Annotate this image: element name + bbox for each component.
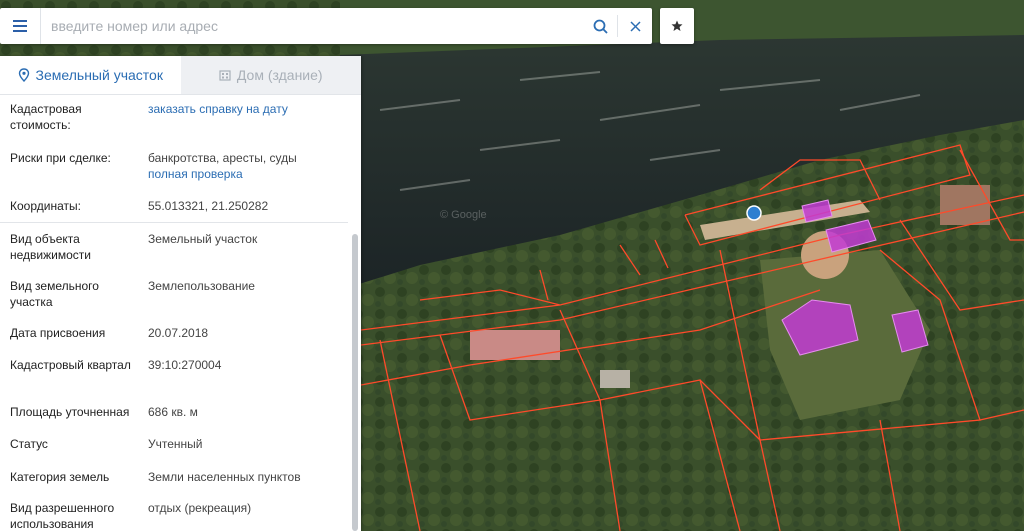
order-certificate-link[interactable]: заказать справку на дату — [148, 101, 343, 117]
row-value: 20.07.2018 — [148, 326, 209, 340]
menu-button[interactable] — [0, 8, 41, 44]
tab-land-parcel-label: Земельный участок — [35, 67, 163, 83]
row-value: отдых (рекреация) — [148, 501, 252, 515]
row-label: Дата присвоения — [10, 326, 106, 340]
row-label: Вид объекта недвижимости — [10, 232, 91, 262]
row-label: Координаты: — [10, 199, 81, 213]
info-panel: Земельный участок Дом (здание) Кадастров… — [0, 56, 361, 531]
row-label: Статус — [10, 437, 48, 451]
house-roof — [470, 330, 560, 360]
panel-scrollbar[interactable] — [352, 234, 358, 531]
row-value: 39:10:270004 — [148, 358, 222, 372]
row-value: Земли населенных пунктов — [148, 470, 301, 484]
clear-button[interactable] — [618, 8, 652, 44]
row-label: Вид земельного участка — [10, 279, 99, 309]
row-label: Кадастровый квартал — [10, 358, 131, 372]
row-value: банкротства, аресты, суды полная проверк… — [148, 150, 343, 182]
search-bar — [0, 8, 652, 44]
search-input[interactable] — [41, 8, 583, 44]
building-icon — [219, 70, 231, 81]
tab-building[interactable]: Дом (здание) — [180, 56, 361, 94]
coordinates-value: 55.013321, 21.250282 — [148, 199, 269, 213]
row-value: Землепользование — [148, 279, 255, 293]
house-roof — [600, 370, 630, 388]
location-pin-icon — [18, 68, 29, 82]
tab-land-parcel[interactable]: Земельный участок — [0, 56, 181, 94]
row-value: Земельный участок — [148, 232, 258, 246]
favorite-button[interactable] — [660, 8, 694, 44]
row-label: Риски при сделке: — [10, 151, 111, 165]
search-icon — [593, 19, 608, 34]
row-value: 686 кв. м — [148, 405, 198, 419]
row-label: Кадастровая стоимость: — [10, 102, 82, 132]
row-value: Учтенный — [148, 437, 203, 451]
row-label: Площадь уточненная — [10, 405, 130, 419]
full-check-link[interactable]: полная проверка — [148, 166, 343, 182]
row-label: Вид разрешенного использования — [10, 501, 115, 531]
search-button[interactable] — [583, 8, 617, 44]
selected-parcel-marker[interactable] — [746, 205, 762, 221]
risks-value: банкротства, аресты, суды — [148, 151, 297, 165]
star-icon — [671, 20, 683, 31]
divider — [0, 222, 348, 223]
tab-bar: Земельный участок Дом (здание) — [0, 56, 361, 95]
menu-icon — [13, 25, 27, 27]
close-icon — [629, 20, 641, 32]
tab-building-label: Дом (здание) — [236, 67, 323, 83]
row-label: Категория земель — [10, 470, 110, 484]
map-watermark: © Google — [440, 209, 487, 221]
